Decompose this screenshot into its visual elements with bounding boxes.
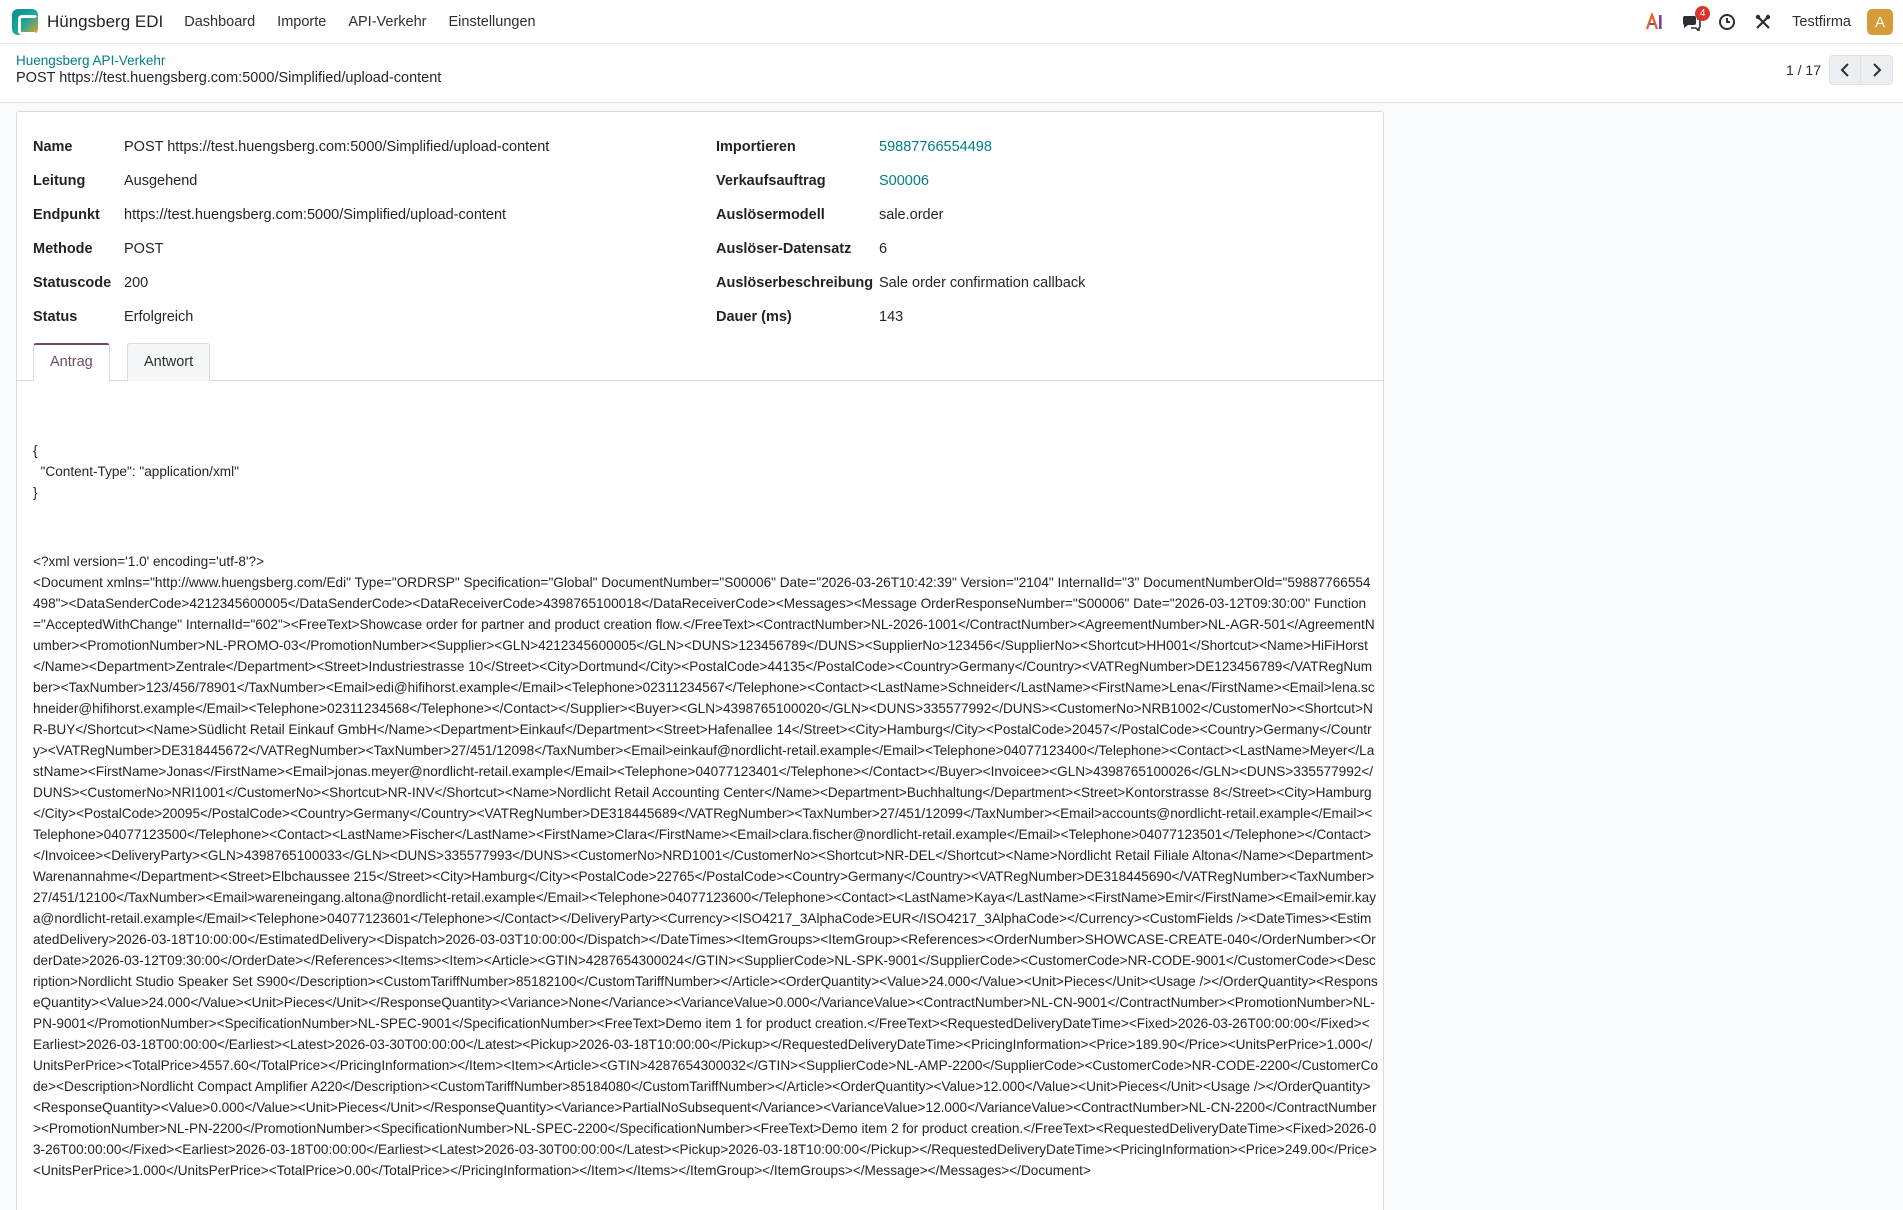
chat-bubbles-icon[interactable]: 4	[1680, 6, 1711, 33]
field-value: POST	[124, 241, 164, 257]
field-value: Sale order confirmation callback	[879, 275, 1086, 291]
top-navbar: Hüngsberg EDI Dashboard Importe API-Verk…	[0, 0, 1903, 44]
form-group-left: Name POST https://test.huengsberg.com:50…	[33, 130, 549, 334]
field-value: POST https://test.huengsberg.com:5000/Si…	[124, 139, 550, 155]
field-label: Auslösermodell	[716, 207, 825, 223]
field-label: Statuscode	[33, 275, 112, 291]
field-verkaufsauftrag: Verkaufsauftrag S00006	[716, 164, 1085, 198]
field-value: 6	[879, 241, 888, 257]
field-value: https://test.huengsberg.com:5000/Simplif…	[124, 207, 507, 223]
menu-item-dashboard[interactable]: Dashboard	[184, 14, 255, 30]
control-panel: Huengsberg API-Verkehr POST https://test…	[0, 44, 1903, 103]
avatar-letter: A	[1874, 13, 1885, 31]
field-ausloesermodell: Auslösermodell sale.order	[716, 198, 1085, 232]
import-link[interactable]: 59887766554498	[879, 139, 992, 155]
pager-next-button[interactable]	[1861, 55, 1893, 85]
user-avatar[interactable]: A	[1867, 9, 1893, 35]
field-label: Methode	[33, 241, 93, 257]
notebook-tabs: Antrag Antwort	[17, 343, 1383, 382]
chevron-right-icon	[1872, 63, 1881, 77]
pager-previous-button[interactable]	[1829, 55, 1861, 85]
field-value: Erfolgreich	[124, 309, 194, 325]
field-label: Status	[33, 309, 78, 325]
field-importieren: Importieren 59887766554498	[716, 130, 1085, 164]
ai-icon[interactable]	[1644, 11, 1666, 33]
tools-icon[interactable]	[1752, 11, 1774, 33]
field-ausloeser-datensatz: Auslöser-Datensatz 6	[716, 232, 1085, 266]
pager: 1 / 17	[1786, 55, 1893, 85]
field-label: Verkaufsauftrag	[716, 173, 826, 189]
field-label: Dauer (ms)	[716, 309, 792, 325]
request-body: <?xml version='1.0' encoding='utf-8'?> <…	[33, 554, 1379, 1178]
app-name[interactable]: Hüngsberg EDI	[47, 12, 163, 32]
field-label: Leitung	[33, 173, 86, 189]
chevron-left-icon	[1840, 63, 1849, 77]
field-ausloeserbeschreibung: Auslöserbeschreibung Sale order confirma…	[716, 266, 1085, 300]
field-methode: Methode POST	[33, 232, 549, 266]
tab-antwort[interactable]: Antwort	[127, 343, 211, 381]
menu-item-api-verkehr[interactable]: API-Verkehr	[348, 14, 426, 30]
clock-icon[interactable]	[1716, 11, 1738, 33]
breadcrumb[interactable]: Huengsberg API-Verkehr	[16, 53, 165, 68]
menu-item-importe[interactable]: Importe	[277, 14, 326, 30]
field-label: Importieren	[716, 139, 796, 155]
field-label: Name	[33, 139, 73, 155]
request-headers: { "Content-Type": "application/xml" }	[33, 443, 239, 500]
field-leitung: Leitung Ausgehend	[33, 164, 549, 198]
field-value: Ausgehend	[124, 173, 198, 189]
systray: 4 Testfirma A	[1630, 0, 1893, 44]
form-sheet: Name POST https://test.huengsberg.com:50…	[16, 111, 1384, 1210]
field-endpunkt: Endpunkt https://test.huengsberg.com:500…	[33, 198, 549, 232]
field-value: 200	[124, 275, 149, 291]
tab-antrag[interactable]: Antrag	[33, 343, 110, 382]
menu-item-einstellungen[interactable]: Einstellungen	[449, 14, 536, 30]
field-statuscode: Statuscode 200	[33, 266, 549, 300]
form-group-right: Importieren 59887766554498 Verkaufsauftr…	[716, 130, 1085, 334]
discuss-badge: 4	[1695, 6, 1711, 21]
record-title: POST https://test.huengsberg.com:5000/Si…	[16, 70, 442, 86]
request-content: { "Content-Type": "application/xml" } <?…	[33, 398, 1378, 1210]
company-switcher[interactable]: Testfirma	[1792, 14, 1851, 30]
field-label: Endpunkt	[33, 207, 100, 223]
field-label: Auslöserbeschreibung	[716, 275, 874, 291]
field-label: Auslöser-Datensatz	[716, 241, 852, 257]
field-status: Status Erfolgreich	[33, 300, 549, 334]
field-dauer: Dauer (ms) 143	[716, 300, 1085, 334]
app-logo-icon[interactable]	[12, 8, 38, 35]
field-name: Name POST https://test.huengsberg.com:50…	[33, 130, 549, 164]
sale-order-link[interactable]: S00006	[879, 173, 929, 189]
pager-value[interactable]: 1 / 17	[1786, 62, 1821, 78]
field-value: sale.order	[879, 207, 944, 223]
field-value: 143	[879, 309, 904, 325]
